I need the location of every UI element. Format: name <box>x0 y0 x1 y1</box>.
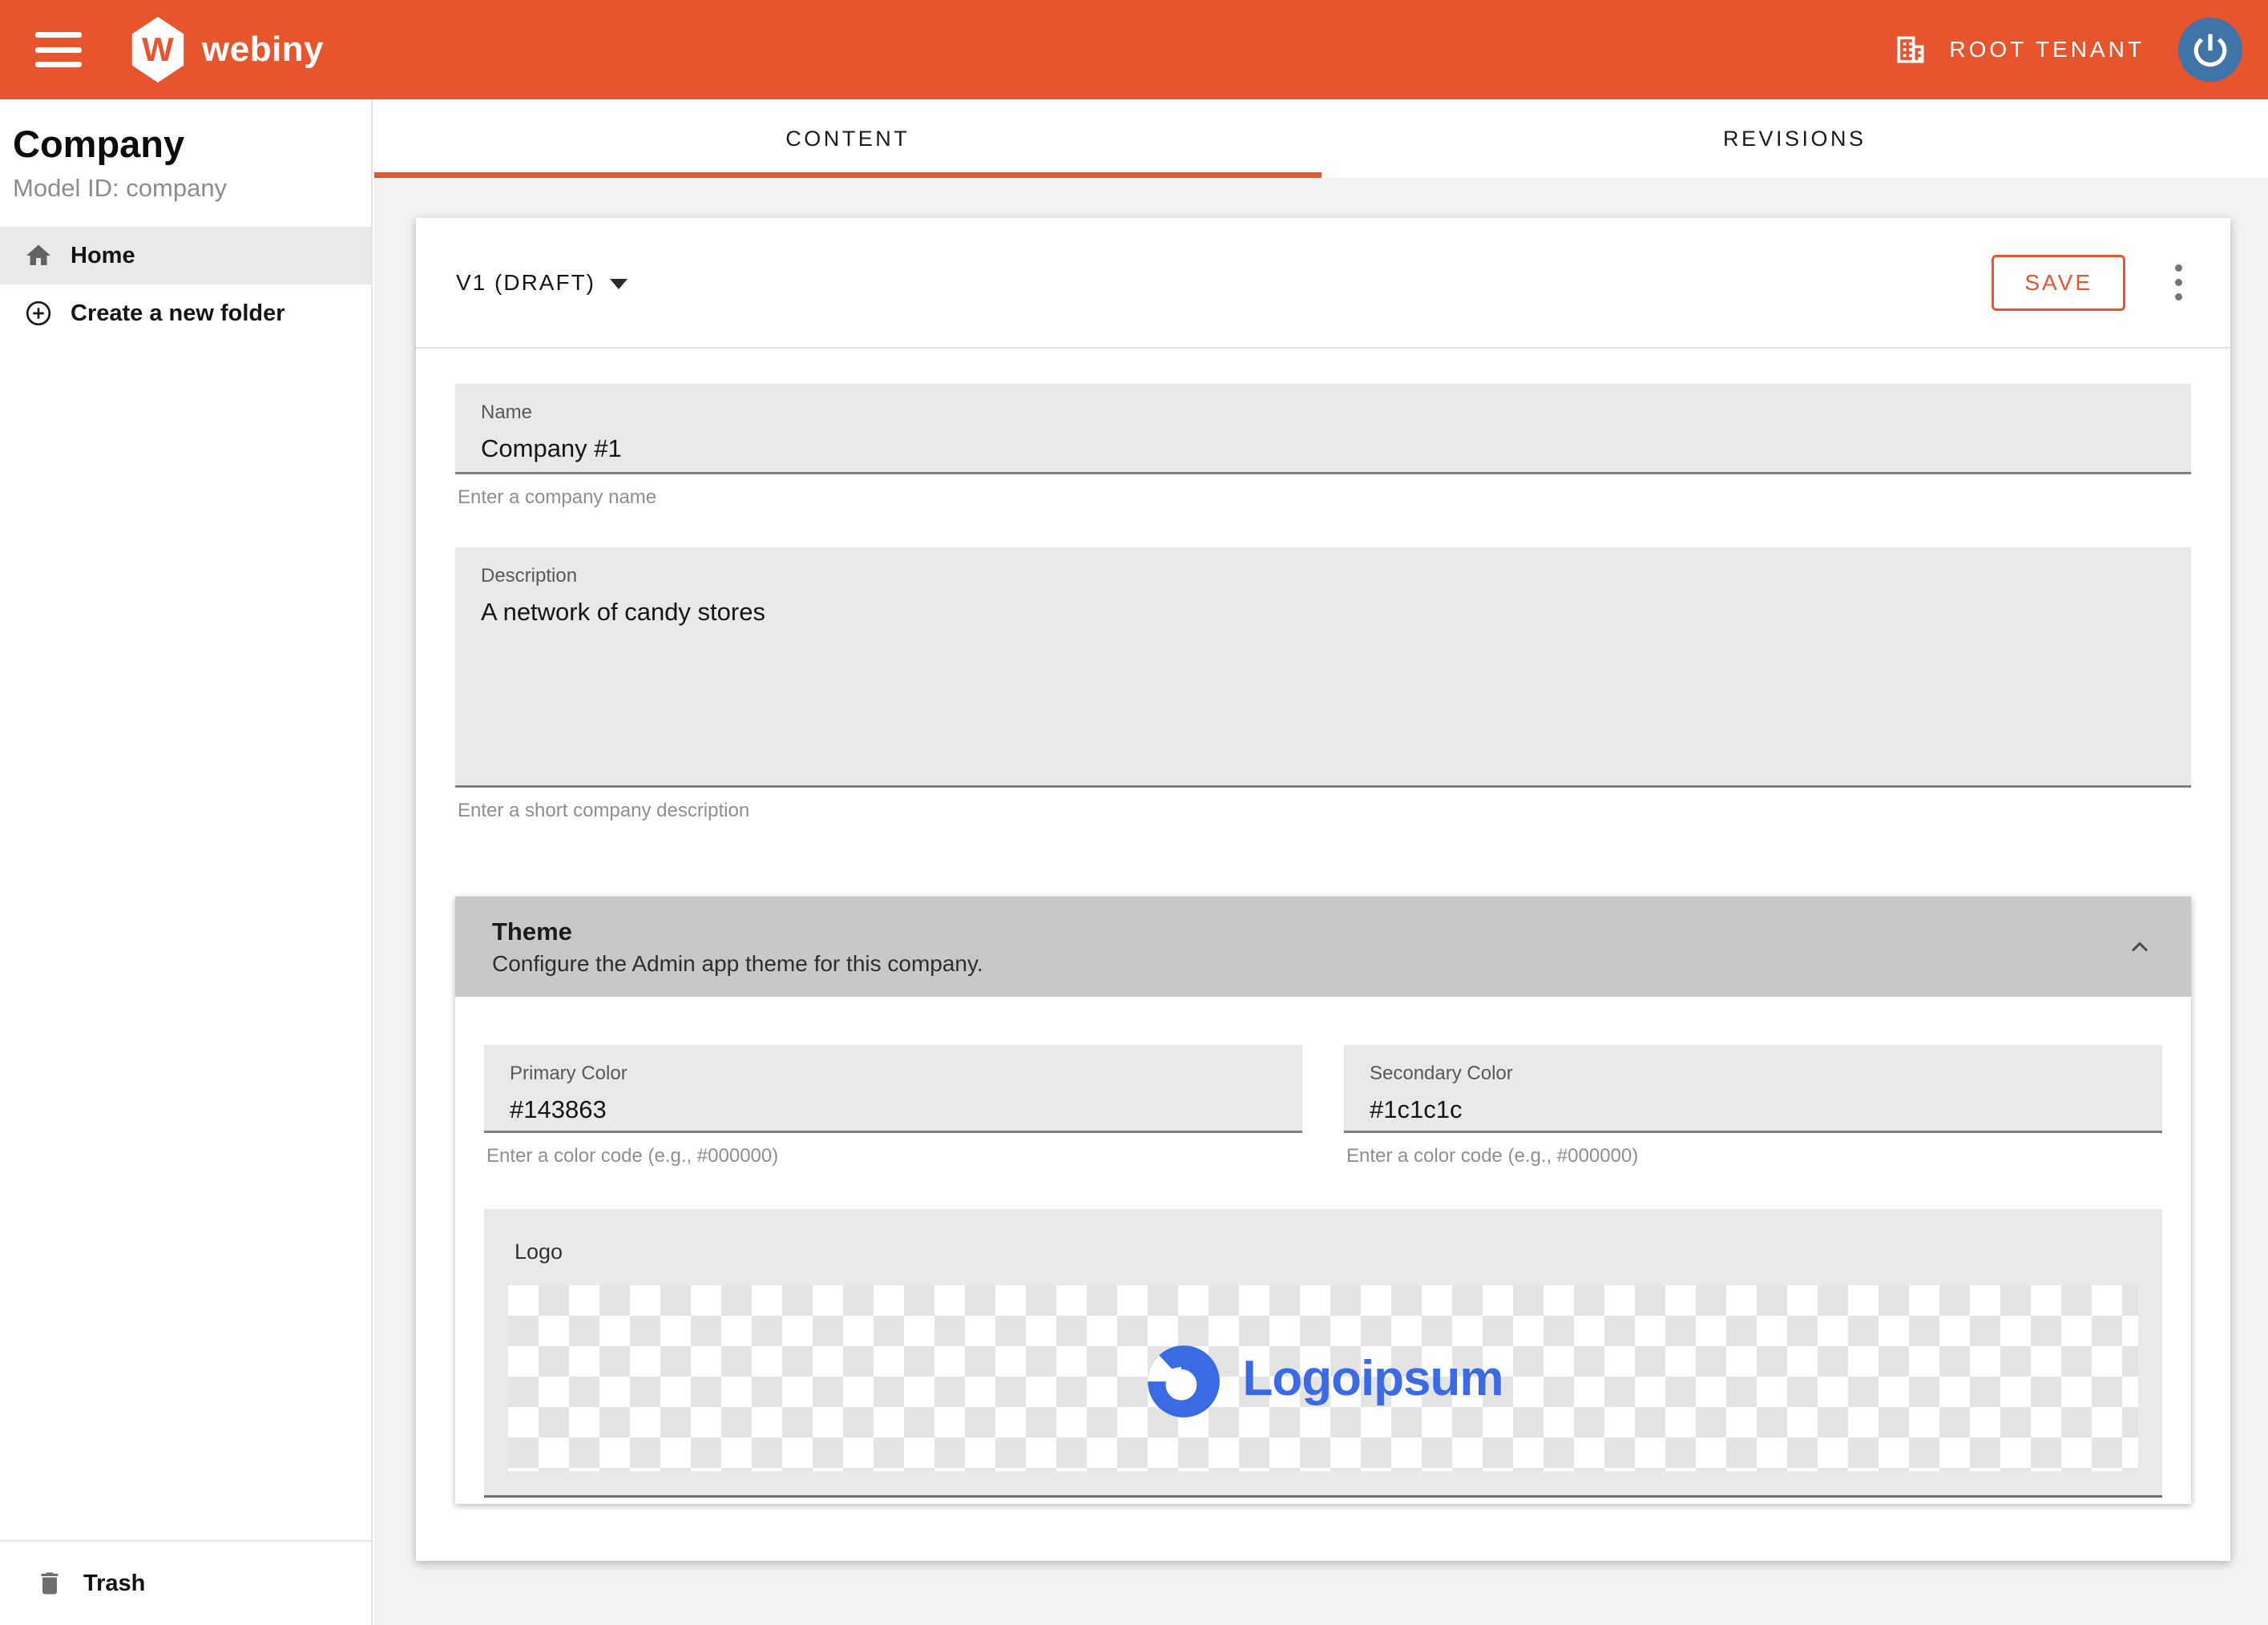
model-id-subtitle: Model ID: company <box>13 174 358 203</box>
description-field[interactable]: Description A network of candy stores <box>455 547 2191 788</box>
trash-label: Trash <box>83 1571 145 1597</box>
home-icon <box>24 241 53 270</box>
name-field-value: Company #1 <box>481 434 2165 463</box>
entry-card: V1 (DRAFT) SAVE Name Company #1 Enter a … <box>416 218 2230 1561</box>
caret-down-icon <box>610 279 628 289</box>
more-options-button[interactable] <box>2167 256 2190 308</box>
secondary-color-value: #1c1c1c <box>1370 1095 2137 1124</box>
secondary-color-helper: Enter a color code (e.g., #000000) <box>1344 1145 2162 1167</box>
tenant-selector[interactable]: ROOT TENANT <box>1893 32 2145 67</box>
logo-field-label: Logo <box>508 1240 2138 1264</box>
description-field-label: Description <box>481 565 2165 587</box>
avatar[interactable] <box>2178 18 2242 82</box>
collapse-section-button[interactable] <box>2125 933 2154 962</box>
entry-toolbar: V1 (DRAFT) SAVE <box>416 218 2230 349</box>
more-vertical-icon <box>2175 264 2182 272</box>
chevron-up-icon <box>2125 933 2154 962</box>
secondary-color-field[interactable]: Secondary Color #1c1c1c <box>1344 1045 2162 1133</box>
theme-panel: Theme Configure the Admin app theme for … <box>455 897 2191 1504</box>
logoipsum-icon <box>1143 1337 1225 1419</box>
description-field-value: A network of candy stores <box>481 598 2165 627</box>
sidebar-item-home[interactable]: Home <box>0 227 371 284</box>
sidebar-item-create-folder[interactable]: Create a new folder <box>0 284 371 342</box>
logoipsum-wordmark: Logoipsum <box>1242 1350 1503 1407</box>
theme-title: Theme <box>492 917 983 946</box>
tab-content[interactable]: CONTENT <box>374 99 1322 178</box>
building-icon <box>1893 32 1928 67</box>
logoipsum-logo: Logoipsum <box>1143 1337 1503 1419</box>
save-button[interactable]: SAVE <box>1992 255 2125 311</box>
tab-bar: CONTENT REVISIONS <box>374 99 2268 178</box>
sidebar: Company Model ID: company Home Create a … <box>0 99 373 1625</box>
brand-name: webiny <box>202 30 324 70</box>
plus-circle-icon <box>24 299 53 328</box>
name-field-helper: Enter a company name <box>455 486 2191 509</box>
main-content: CONTENT REVISIONS V1 (DRAFT) SAVE Name C… <box>374 99 2268 1625</box>
primary-color-helper: Enter a color code (e.g., #000000) <box>484 1145 1302 1167</box>
sidebar-item-label: Home <box>71 243 135 269</box>
name-field-label: Name <box>481 401 2165 424</box>
tenant-label: ROOT TENANT <box>1949 37 2145 62</box>
name-field[interactable]: Name Company #1 <box>455 384 2191 474</box>
hamburger-menu-icon[interactable] <box>35 32 82 67</box>
sidebar-item-label: Create a new folder <box>71 300 285 327</box>
primary-color-label: Primary Color <box>510 1062 1277 1085</box>
sidebar-item-trash[interactable]: Trash <box>0 1540 371 1625</box>
primary-color-field[interactable]: Primary Color #143863 <box>484 1045 1302 1133</box>
brand-initial: W <box>142 30 174 69</box>
page-title: Company <box>13 122 358 166</box>
logo-field[interactable]: Logo Logoipsum <box>484 1209 2162 1498</box>
logo-preview-area: Logoipsum <box>508 1285 2138 1471</box>
secondary-color-label: Secondary Color <box>1370 1062 2137 1085</box>
tab-revisions[interactable]: REVISIONS <box>1322 99 2268 178</box>
webiny-logo[interactable]: W webiny <box>130 17 324 83</box>
theme-subtitle: Configure the Admin app theme for this c… <box>492 951 983 977</box>
version-label: V1 (DRAFT) <box>456 270 595 296</box>
description-field-helper: Enter a short company description <box>455 800 2191 822</box>
power-icon <box>2189 29 2231 71</box>
webiny-hexagon-icon: W <box>130 17 186 83</box>
app-header: W webiny ROOT TENANT <box>0 0 2268 99</box>
primary-color-value: #143863 <box>510 1095 1277 1124</box>
theme-body: Primary Color #143863 Enter a color code… <box>455 997 2191 1504</box>
theme-accordion-header[interactable]: Theme Configure the Admin app theme for … <box>455 897 2191 997</box>
active-tab-indicator <box>374 172 1322 178</box>
trash-icon <box>35 1569 64 1598</box>
version-selector[interactable]: V1 (DRAFT) <box>456 270 628 296</box>
